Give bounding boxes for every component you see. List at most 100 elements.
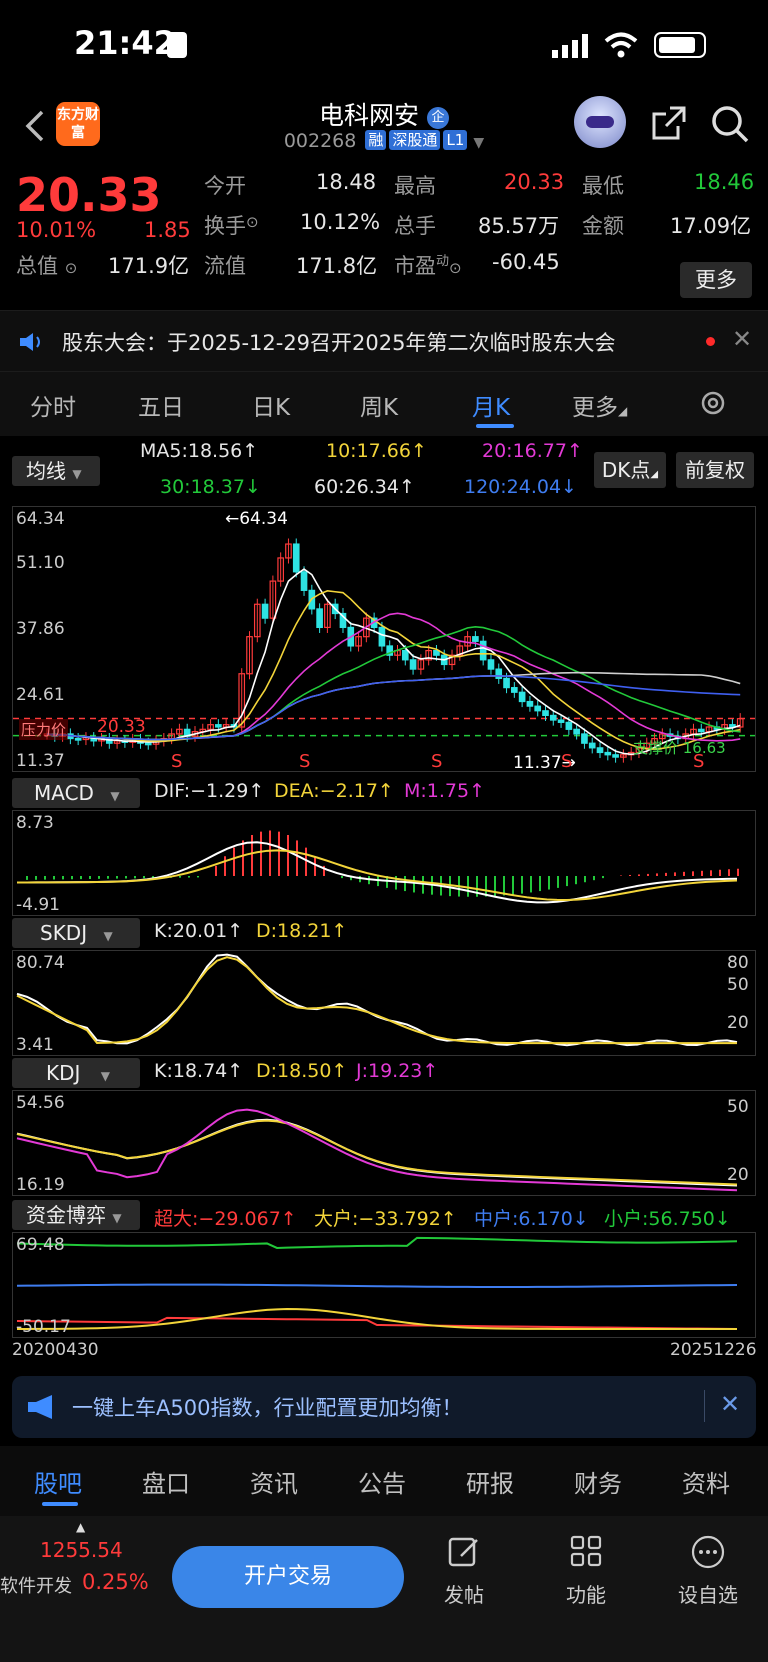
tab-announcements[interactable]: 公告 <box>358 1464 406 1499</box>
kline-y-top: 64.34 <box>16 509 65 529</box>
kdj-k: K:18.74↑ <box>154 1060 244 1082</box>
skdj-svg <box>16 953 738 1047</box>
tab-news[interactable]: 资讯 <box>250 1464 298 1499</box>
tab-order-book[interactable]: 盘口 <box>142 1464 190 1499</box>
megaphone-icon <box>28 1395 52 1419</box>
kdj-ref-20: 20 <box>727 1165 749 1185</box>
skdj-selector[interactable]: SKDJ ▼ <box>12 918 140 948</box>
dropdown-icon: ▼ <box>473 135 485 151</box>
function-button[interactable]: 功能 <box>546 1534 626 1608</box>
ma5-value: MA5:18.56↑ <box>140 440 259 462</box>
notice-text: 股东大会：于2025-12-29召开2025年第二次临时股东大会 <box>62 331 616 355</box>
tab-research[interactable]: 研报 <box>466 1464 514 1499</box>
candle-body <box>565 721 573 730</box>
ad-text: 一键上车A500指数，行业配置更加均衡！ <box>72 1396 463 1420</box>
kline-y-bot: 11.37 <box>16 751 65 771</box>
candle-body <box>495 668 503 679</box>
macd-chart[interactable]: 8.73 -4.91 <box>12 810 756 916</box>
candle-body <box>596 747 604 754</box>
stock-code: 002268 <box>283 130 357 152</box>
candle-body <box>588 742 596 749</box>
post-button[interactable]: 发帖 <box>424 1534 504 1608</box>
index-value[interactable]: 1255.54 <box>40 1538 123 1562</box>
mcap-label: 总值 ⊙ <box>16 254 78 278</box>
ad-banner[interactable]: 一键上车A500指数，行业配置更加均衡！ ✕ <box>12 1376 756 1438</box>
ad-divider <box>704 1390 705 1422</box>
settings-icon[interactable] <box>698 388 728 418</box>
s-mark-2: S <box>299 751 311 772</box>
tab-forum[interactable]: 股吧 <box>34 1464 82 1499</box>
top-nav: 东方财富 电科网安 企 002268 融深股通 L1 ▼ <box>0 90 768 162</box>
candle-body <box>433 649 440 656</box>
fund-small: 小户:56.750↓ <box>604 1208 731 1230</box>
skdj-chart[interactable]: 80.74 3.41 80 50 20 <box>12 950 756 1056</box>
fund-mid: 中户:6.170↓ <box>474 1208 589 1230</box>
add-watchlist-button[interactable]: 设自选 <box>668 1534 748 1608</box>
search-icon[interactable] <box>710 104 750 144</box>
watchlist-label: 设自选 <box>678 1583 738 1607</box>
dk-point-button[interactable]: DK点◢ <box>594 452 666 488</box>
fund-svg <box>16 1236 738 1330</box>
tag-margin: 融 <box>365 130 387 150</box>
index-pct: 0.25% <box>82 1570 149 1594</box>
s-mark-3: S <box>431 751 443 772</box>
candle-body <box>604 751 612 756</box>
candle-body <box>292 543 300 573</box>
tab-more[interactable]: 更多◢ <box>572 388 627 422</box>
notice-bar[interactable]: 股东大会：于2025-12-29召开2025年第二次临时股东大会 ✕ <box>0 310 768 372</box>
ad-close-icon[interactable]: ✕ <box>720 1390 740 1418</box>
tab-daily-k[interactable]: 日K <box>252 388 290 422</box>
volume-label: 总手 <box>394 214 436 238</box>
skdj-ref-50: 50 <box>727 975 749 995</box>
fund-selector[interactable]: 资金博弈 ▼ <box>12 1200 140 1230</box>
fund-chart[interactable]: 69.48 -50.17 <box>12 1232 756 1338</box>
tag-level: L1 <box>443 130 468 150</box>
low-label: 最低 <box>582 174 624 198</box>
tab-profile[interactable]: 资料 <box>682 1464 730 1499</box>
kline-y-4: 24.61 <box>16 685 65 705</box>
ma10-value: 10:17.66↑ <box>326 440 427 462</box>
candle-body <box>144 742 152 746</box>
tab-intraday[interactable]: 分时 <box>30 388 76 422</box>
kline-y-3: 37.86 <box>16 619 65 639</box>
float-label: 流值 <box>204 254 246 278</box>
kline-chart[interactable]: 64.34 51.10 37.86 24.61 11.37 ←64.34 11.… <box>12 506 756 773</box>
period-tabs: 分时 五日 日K 周K 月K 更多◢ <box>0 372 768 436</box>
candle-body <box>401 649 409 661</box>
kdj-selector[interactable]: KDJ ▼ <box>12 1058 140 1088</box>
kdj-d-line <box>16 1119 738 1186</box>
skdj-y-top: 80.74 <box>16 953 65 973</box>
tab-monthly-k[interactable]: 月K <box>472 388 510 422</box>
last-price: 20.33 <box>16 168 162 222</box>
tab-five-day[interactable]: 五日 <box>138 388 184 422</box>
candle-body <box>378 626 386 647</box>
id-card-icon <box>167 32 187 58</box>
ma-selector[interactable]: 均线 ▼ <box>12 456 100 486</box>
tag-connect: 深股通 <box>389 130 441 150</box>
notice-close-icon[interactable]: ✕ <box>732 325 752 353</box>
macd-dif: DIF:−1.29↑ <box>154 780 265 802</box>
adjust-button[interactable]: 前复权 <box>676 452 754 488</box>
share-icon[interactable] <box>650 104 688 142</box>
kdj-chart[interactable]: 54.56 16.19 50 20 <box>12 1090 756 1196</box>
low-value: 18.46 <box>694 170 755 194</box>
open-value: 18.48 <box>316 170 377 194</box>
candle-body <box>511 687 518 693</box>
tab-weekly-k[interactable]: 周K <box>360 388 398 422</box>
signal-icon <box>552 34 588 58</box>
resist-tag: 压力价 <box>19 719 69 740</box>
mid-holder-line <box>16 1283 738 1288</box>
float-value: 171.8亿 <box>296 254 378 278</box>
pe-value: -60.45 <box>492 250 560 274</box>
more-button[interactable]: 更多 <box>680 262 752 298</box>
small-holder-line <box>16 1236 738 1249</box>
macd-selector[interactable]: MACD ▼ <box>12 778 140 808</box>
trade-button[interactable]: 开户交易 <box>172 1546 404 1608</box>
change-pct: 10.01% <box>16 218 97 242</box>
tab-finance[interactable]: 财务 <box>574 1464 622 1499</box>
mcap-value: 171.9亿 <box>108 254 190 278</box>
kdj-j: J:19.23↑ <box>356 1060 439 1082</box>
robot-avatar-icon[interactable] <box>574 96 626 148</box>
kdj-j-line <box>16 1108 738 1192</box>
pe-label: 市盈动⊙ <box>394 254 462 278</box>
